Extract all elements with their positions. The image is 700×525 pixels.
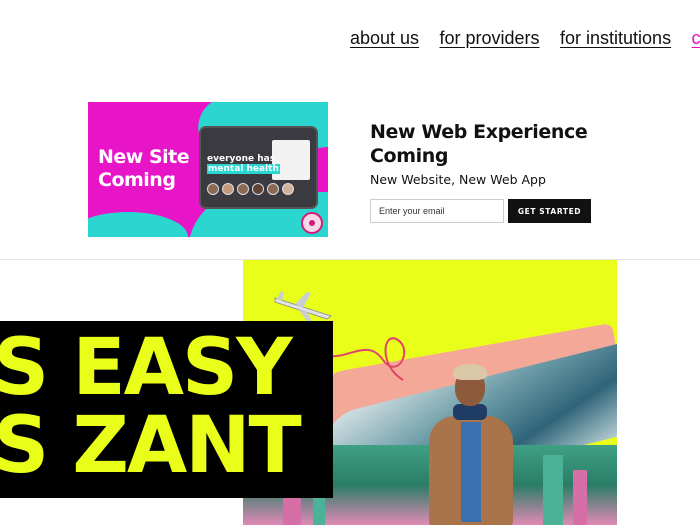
nav-link-for-institutions[interactable]: for institutions [560, 28, 671, 49]
avatar [207, 183, 219, 195]
tablet-mockup: everyone has mental health [199, 126, 318, 209]
avatar [252, 183, 264, 195]
email-field[interactable] [370, 199, 504, 223]
avatar [222, 183, 234, 195]
teal-shape [88, 212, 188, 237]
avatar [282, 183, 294, 195]
banner-line-1: S EASY [0, 323, 293, 413]
avatar [237, 183, 249, 195]
top-nav: about us for providers for institutions … [350, 28, 700, 54]
promo-subheading: New Website, New Web App [370, 172, 546, 187]
new-site-promo-image: New Site Coming everyone has mental heal… [88, 102, 328, 237]
avatar [267, 183, 279, 195]
get-started-button[interactable]: GET STARTED [508, 199, 591, 223]
promo-image-title: New Site Coming [98, 146, 190, 191]
avatar-row [207, 183, 294, 195]
nav-link-about-us[interactable]: about us [350, 28, 419, 49]
banner-line-2: S ZANT [0, 401, 302, 491]
tablet-headline: everyone has mental health [207, 154, 280, 174]
nav-link-for-providers[interactable]: for providers [440, 28, 540, 49]
smiling-person-figure [421, 364, 521, 525]
hero-banner: S EASY S ZANT [0, 321, 333, 498]
promo-heading: New Web Experience Coming [370, 121, 588, 167]
nav-link-cut-off[interactable]: c [692, 28, 700, 49]
stamp-badge-icon [301, 212, 323, 234]
